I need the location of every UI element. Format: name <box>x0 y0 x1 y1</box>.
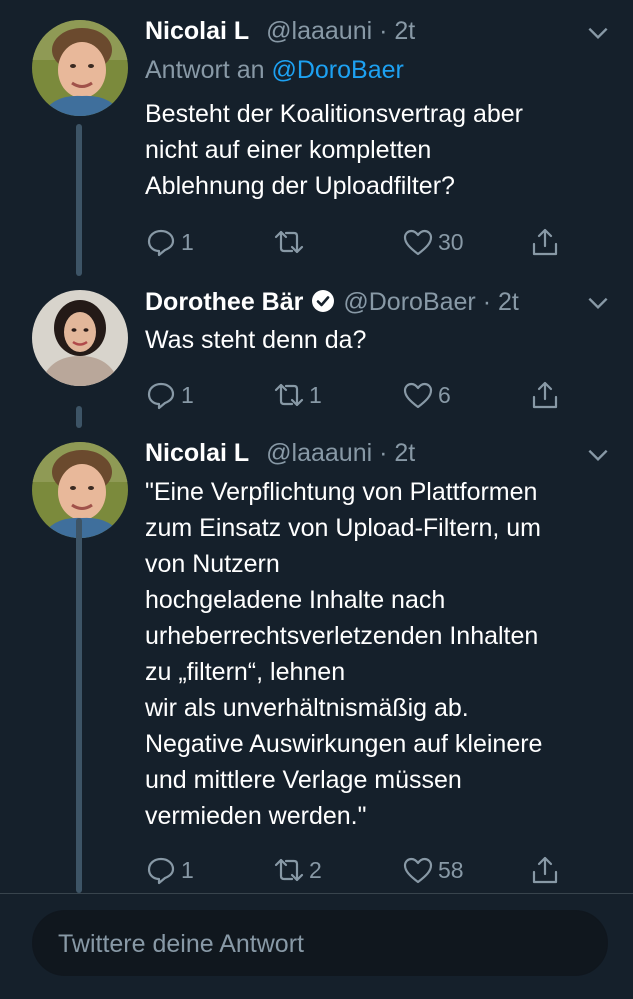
author-handle[interactable]: @DoroBaer <box>343 288 475 316</box>
retweet-count: 1 <box>309 381 322 408</box>
retweet-action[interactable] <box>273 222 309 262</box>
thread-line <box>76 518 82 893</box>
tweet-1[interactable]: Nicolai L @laaauni · 2t Antwort an @Doro… <box>0 0 633 280</box>
like-action[interactable]: 6 <box>402 375 451 415</box>
thread-line <box>76 124 82 276</box>
share-icon <box>532 856 558 884</box>
reply-icon <box>147 229 175 257</box>
tweet-time[interactable]: · 2t <box>379 439 415 467</box>
retweet-action[interactable]: 2 <box>273 850 322 890</box>
avatar-dorothee[interactable] <box>32 290 128 386</box>
reply-input[interactable]: Twittere deine Antwort <box>32 910 608 976</box>
author-handle[interactable]: @laaauni <box>266 17 372 45</box>
chevron-down-icon[interactable] <box>585 442 611 468</box>
share-action[interactable] <box>529 222 561 262</box>
reply-count: 1 <box>181 228 194 255</box>
action-bar: 1 2 58 <box>145 850 565 890</box>
reply-icon <box>147 857 175 885</box>
chevron-down-icon[interactable] <box>585 20 611 46</box>
share-icon <box>532 228 558 256</box>
share-action[interactable] <box>529 850 561 890</box>
action-bar: 1 30 <box>145 222 565 262</box>
like-count: 6 <box>438 381 451 408</box>
share-action[interactable] <box>529 375 561 415</box>
tweet-2[interactable]: Dorothee Bär @DoroBaer · 2t Was steht den… <box>0 280 633 430</box>
reply-count: 1 <box>181 856 194 883</box>
reply-action[interactable]: 1 <box>145 375 194 415</box>
reply-action[interactable]: 1 <box>145 222 194 262</box>
tweet-text: Was steht denn da? <box>145 326 367 354</box>
like-count: 58 <box>438 856 464 883</box>
reply-action[interactable]: 1 <box>145 850 194 890</box>
author-name[interactable]: Dorothee Bär <box>145 288 303 316</box>
like-action[interactable]: 58 <box>402 850 464 890</box>
reply-to-line: Antwort an @DoroBaer <box>145 56 404 85</box>
tweet-3[interactable]: Nicolai L @laaauni · 2t "Eine Verpflicht… <box>0 430 633 893</box>
retweet-icon <box>274 858 304 882</box>
share-icon <box>532 381 558 409</box>
retweet-icon <box>274 230 304 254</box>
reply-mention-link[interactable]: @DoroBaer <box>271 56 403 84</box>
retweet-icon <box>274 383 304 407</box>
retweet-action[interactable]: 1 <box>273 375 322 415</box>
author-name[interactable]: Nicolai L <box>145 17 249 45</box>
retweet-count: 2 <box>309 856 322 883</box>
tweet-text: "Eine Verpflichtung von Plattformen zum … <box>145 478 543 830</box>
chevron-down-icon[interactable] <box>585 290 611 316</box>
reply-icon <box>147 382 175 410</box>
like-count: 30 <box>438 228 464 255</box>
heart-icon <box>403 382 433 409</box>
like-action[interactable]: 30 <box>402 222 464 262</box>
tweet-header: Nicolai L @laaauni · 2t <box>145 436 415 470</box>
author-handle[interactable]: @laaauni <box>266 439 372 467</box>
tweet-time[interactable]: · 2t <box>483 288 519 316</box>
reply-bar: Twittere deine Antwort <box>0 893 633 999</box>
heart-icon <box>403 857 433 884</box>
tweet-text: Besteht der Koalitionsvertrag aber nicht… <box>145 100 523 200</box>
avatar-nicolai[interactable] <box>32 20 128 116</box>
thread-line <box>76 406 82 428</box>
tweet-header: Dorothee Bär @DoroBaer · 2t <box>145 285 519 319</box>
heart-icon <box>403 229 433 256</box>
reply-count: 1 <box>181 381 194 408</box>
action-bar: 1 1 6 <box>145 375 565 415</box>
verified-badge-icon <box>312 290 335 312</box>
reply-prefix: Antwort an <box>145 56 265 84</box>
author-name[interactable]: Nicolai L <box>145 439 249 467</box>
tweet-header: Nicolai L @laaauni · 2t <box>145 14 415 48</box>
tweet-time[interactable]: · 2t <box>379 17 415 45</box>
